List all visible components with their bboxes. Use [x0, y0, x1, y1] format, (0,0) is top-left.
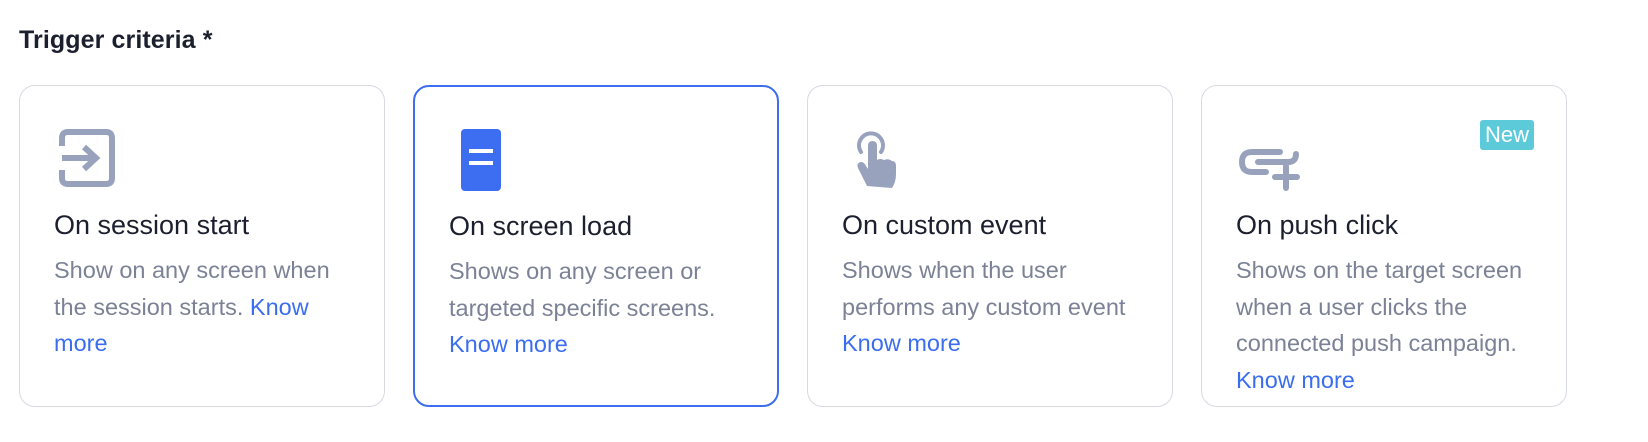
card-title: On custom event [842, 210, 1047, 240]
trigger-card-group: On session start Show on any screen when… [19, 85, 1567, 407]
card-title: On screen load [449, 211, 633, 241]
know-more-link[interactable]: Know more [1236, 367, 1355, 393]
screen-document-icon [461, 129, 501, 191]
touch-hand-icon [857, 131, 896, 188]
card-on-custom-event[interactable]: On custom event Shows when the user perf… [807, 85, 1173, 407]
card-on-screen-load[interactable]: On screen load Shows on any screen or ta… [413, 85, 779, 407]
card-title: On session start [54, 210, 250, 240]
card-description: Shows when the user performs any custom … [842, 252, 1142, 362]
session-enter-icon [59, 129, 115, 187]
card-title: On push click [1236, 210, 1399, 240]
card-description-text: Shows when the user performs any custom … [842, 257, 1126, 320]
card-on-session-start[interactable]: On session start Show on any screen when… [19, 85, 385, 407]
card-description: Shows on the target screen when a user c… [1236, 252, 1536, 398]
new-badge: New [1479, 120, 1534, 150]
card-on-push-click[interactable]: New On push click Shows on the target sc… [1201, 85, 1567, 407]
trigger-criteria-section: Trigger criteria * On session start Show… [0, 0, 1648, 442]
know-more-link[interactable]: Know more [449, 331, 568, 357]
section-title: Trigger criteria * [19, 26, 213, 54]
card-description: Show on any screen when the session star… [54, 252, 354, 362]
card-description-text: Shows on the target screen when a user c… [1236, 257, 1523, 356]
card-description: Shows on any screen or targeted specific… [449, 253, 749, 363]
card-description-text: Shows on any screen or targeted specific… [449, 258, 716, 321]
push-link-icon [1238, 149, 1300, 191]
know-more-link[interactable]: Know more [842, 330, 961, 356]
